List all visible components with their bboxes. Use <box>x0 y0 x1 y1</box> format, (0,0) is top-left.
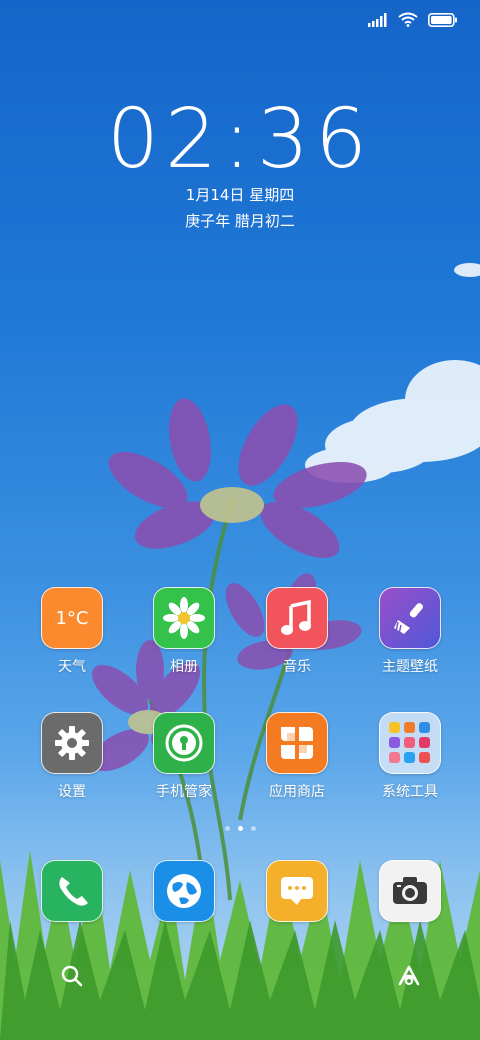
weather-temp-text: 1°C <box>55 607 89 629</box>
dock-camera[interactable] <box>360 860 460 922</box>
message-icon <box>266 860 328 922</box>
search-bar[interactable] <box>40 948 440 1004</box>
battery-icon <box>428 12 457 27</box>
app-weather[interactable]: 1°C 天气 <box>22 587 122 676</box>
app-label: 音乐 <box>283 659 311 675</box>
camera-icon <box>379 860 441 922</box>
lockscreen-clock[interactable]: 02:36 1月14日 星期四 庚子年 腊月初二 <box>0 92 480 234</box>
app-label: 系统工具 <box>382 784 438 800</box>
app-security[interactable]: 手机管家 <box>134 712 234 801</box>
app-store-icon <box>266 712 328 774</box>
page-dot[interactable] <box>224 826 230 831</box>
security-keyhole-icon <box>153 712 215 774</box>
gear-icon <box>41 712 103 774</box>
weather-icon: 1°C <box>41 587 103 649</box>
clock-date: 1月14日 星期四 <box>185 186 295 204</box>
app-gallery[interactable]: 相册 <box>134 587 234 676</box>
clock-lunar-date: 庚子年 腊月初二 <box>185 212 295 230</box>
app-themes[interactable]: 主题壁纸 <box>360 587 460 676</box>
search-icon[interactable] <box>60 964 84 988</box>
gallery-flower-icon <box>153 587 215 649</box>
cloud <box>305 263 480 483</box>
clock-time: 02:36 <box>106 92 374 187</box>
phone-icon <box>41 860 103 922</box>
app-label: 天气 <box>58 659 86 675</box>
page-dot-active[interactable] <box>237 826 243 831</box>
page-dot[interactable] <box>250 826 256 831</box>
theme-brush-icon <box>379 587 441 649</box>
app-store[interactable]: 应用商店 <box>247 712 347 801</box>
app-label: 手机管家 <box>156 784 212 800</box>
app-label: 设置 <box>58 784 86 800</box>
app-settings[interactable]: 设置 <box>22 712 122 801</box>
music-note-icon <box>266 587 328 649</box>
assistant-icon[interactable] <box>396 964 422 988</box>
wifi-icon <box>398 12 418 27</box>
status-bar <box>0 0 480 40</box>
folder-icon <box>379 712 441 774</box>
app-label: 应用商店 <box>269 784 325 800</box>
dock-browser[interactable] <box>134 860 234 922</box>
signal-icon <box>368 12 387 27</box>
dock-messages[interactable] <box>247 860 347 922</box>
globe-icon <box>153 860 215 922</box>
dock-phone[interactable] <box>22 860 122 922</box>
app-music[interactable]: 音乐 <box>247 587 347 676</box>
folder-system-tools[interactable]: 系统工具 <box>360 712 460 801</box>
page-indicator[interactable] <box>0 826 480 831</box>
flower-large <box>108 398 367 558</box>
app-label: 主题壁纸 <box>382 659 438 675</box>
app-label: 相册 <box>170 659 198 675</box>
